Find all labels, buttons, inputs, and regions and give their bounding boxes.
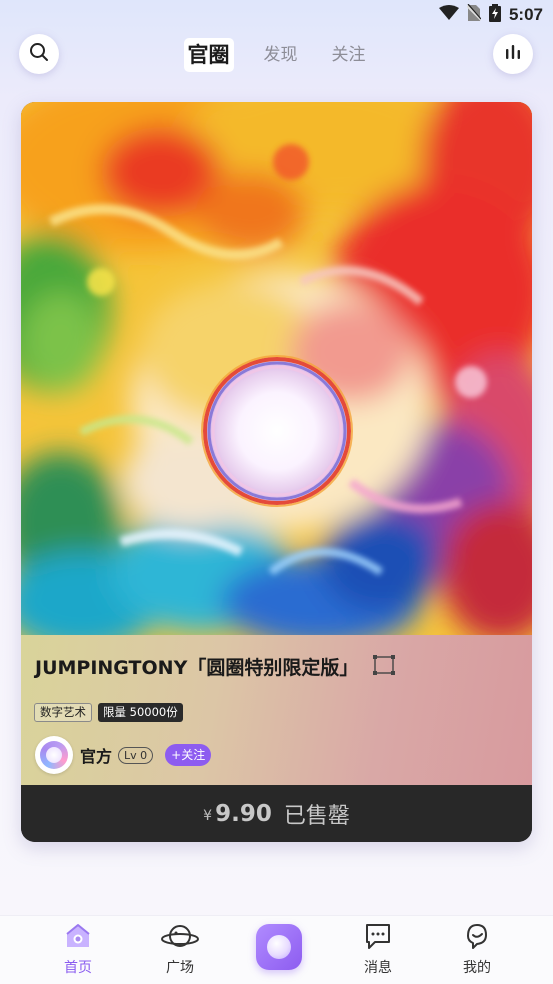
- artwork-image[interactable]: [21, 102, 532, 635]
- tag-limited-edition: 限量 50000份: [98, 703, 183, 722]
- nav-messages-label: 消息: [364, 960, 392, 976]
- creator-row: 官方 Lv 0 +关注: [35, 736, 212, 774]
- nav-messages[interactable]: 消息: [343, 922, 413, 977]
- message-icon: [363, 922, 393, 954]
- planet-icon: [160, 922, 200, 954]
- price-bar[interactable]: ¥ 9.90 已售罄: [21, 785, 532, 842]
- status-time: 5:07: [508, 5, 543, 24]
- no-sim-icon: [466, 3, 482, 26]
- tab-official-circle[interactable]: 官圈: [183, 38, 234, 72]
- nav-home[interactable]: 首页: [43, 922, 113, 977]
- tab-discover[interactable]: 发现: [260, 38, 302, 72]
- nav-profile-label: 我的: [463, 960, 491, 976]
- stats-button[interactable]: [493, 34, 533, 74]
- center-create-button[interactable]: [256, 924, 302, 970]
- collectible-card[interactable]: JUMPINGTONY「圆圈特别限定版」 数字艺术 限量 50000份 官方 L…: [21, 102, 532, 842]
- home-icon: [63, 922, 93, 954]
- fullscreen-frame-icon[interactable]: [372, 654, 396, 680]
- nav-plaza[interactable]: 广场: [145, 922, 215, 977]
- sold-out-label: 已售罄: [283, 803, 350, 829]
- battery-charging-icon: [488, 4, 501, 26]
- level-badge: Lv 0: [118, 746, 154, 764]
- price-amount: 9.90: [215, 800, 272, 827]
- nav-profile[interactable]: 我的: [442, 922, 512, 977]
- follow-button[interactable]: +关注: [165, 744, 212, 766]
- center-orb-icon: [267, 935, 291, 959]
- tag-list: 数字艺术 限量 50000份: [34, 703, 183, 722]
- wifi-icon: [438, 5, 459, 25]
- profile-icon: [462, 922, 492, 954]
- creator-name[interactable]: 官方: [80, 743, 112, 767]
- currency-symbol: ¥: [203, 807, 213, 824]
- bottom-nav: 首页 广场 消息 我的: [0, 915, 553, 984]
- card-info: JUMPINGTONY「圆圈特别限定版」 数字艺术 限量 50000份 官方 L…: [21, 635, 532, 785]
- card-title: JUMPINGTONY「圆圈特别限定版」: [35, 657, 359, 679]
- avatar[interactable]: [35, 736, 73, 774]
- nav-home-label: 首页: [64, 960, 92, 976]
- top-tabs: 官圈 发现 关注: [0, 38, 553, 72]
- nav-plaza-label: 广场: [166, 960, 194, 976]
- tab-following[interactable]: 关注: [328, 38, 370, 72]
- stats-icon: [503, 42, 523, 66]
- tag-digital-art: 数字艺术: [34, 703, 92, 722]
- status-bar: 5:07: [0, 0, 553, 30]
